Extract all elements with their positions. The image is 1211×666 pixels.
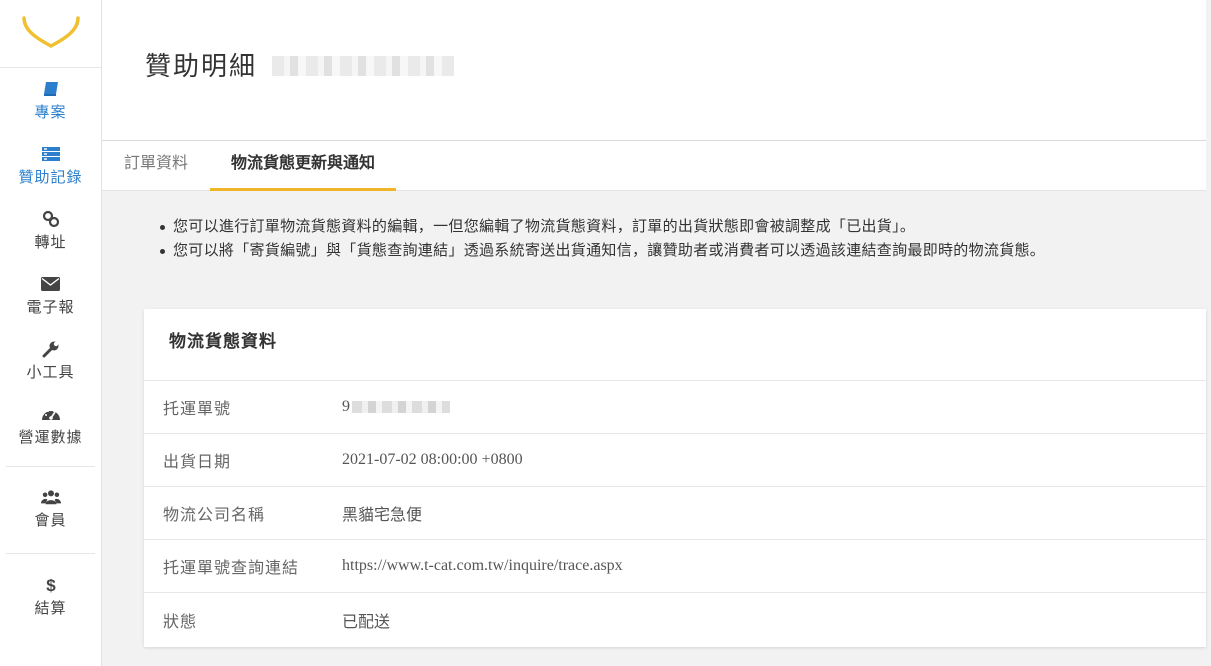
dashboard-icon	[41, 405, 61, 423]
nav-label: 小工具	[26, 363, 75, 381]
ship-date-value: 2021-07-02 08:00:00 +0800	[342, 451, 523, 468]
nav-item-projects[interactable]: 專案	[0, 68, 101, 133]
nav-label: 贊助記錄	[18, 168, 83, 186]
sidebar: 專案 贊助記錄 轉址 電子報 小工具 營運數據 會員 $ 結算	[0, 0, 102, 666]
logistics-card: 物流貨態資料 托運單號 9 出貨日期 2021-07-02 08:00:00 +…	[144, 309, 1206, 647]
page-title: 贊助明細	[145, 51, 258, 81]
nav-label: 結算	[34, 600, 67, 617]
field-label: 狀態	[163, 613, 198, 631]
wrench-icon	[41, 340, 61, 358]
nav-item-redirect[interactable]: 轉址	[0, 198, 101, 263]
nav-label: 營運數據	[18, 428, 83, 446]
nav-item-members[interactable]: 會員	[0, 467, 101, 545]
book-icon	[41, 80, 61, 98]
field-label: 托運單號查詢連結	[163, 560, 300, 577]
note-item: 您可以將「寄貨編號」與「貨態查詢連結」透過系統寄送出貨通知信，讓贊助者或消費者可…	[160, 239, 1173, 263]
field-label: 托運單號	[163, 401, 232, 418]
logo[interactable]	[0, 0, 101, 68]
table-row: 狀態 已配送	[144, 593, 1206, 646]
table-row: 物流公司名稱 黑貓宅急便	[144, 487, 1206, 540]
table-row: 托運單號 9	[144, 381, 1206, 434]
table-row: 出貨日期 2021-07-02 08:00:00 +0800	[144, 434, 1206, 487]
field-label: 出貨日期	[163, 454, 232, 471]
carrier-name-value: 黑貓宅急便	[342, 507, 423, 524]
tab-order-info[interactable]: 訂單資料	[122, 141, 190, 191]
nav-label: 會員	[34, 512, 67, 529]
users-icon	[40, 488, 61, 506]
nav-label: 轉址	[34, 233, 67, 251]
svg-text:$: $	[46, 576, 56, 594]
link-icon	[41, 210, 61, 228]
tracking-link-value[interactable]: https://www.t-cat.com.tw/inquire/trace.a…	[342, 557, 623, 575]
nav-item-tools[interactable]: 小工具	[0, 328, 101, 393]
nav-label: 專案	[34, 103, 67, 121]
field-label: 物流公司名稱	[163, 507, 266, 524]
table-row: 托運單號查詢連結 https://www.t-cat.com.tw/inquir…	[144, 540, 1206, 593]
nav-item-analytics[interactable]: 營運數據	[0, 393, 101, 458]
tracking-number-value: 9	[342, 398, 450, 416]
heart-logo-icon	[22, 16, 80, 48]
envelope-icon	[41, 275, 61, 293]
page-header: 贊助明細	[102, 0, 1206, 141]
card-title: 物流貨態資料	[144, 309, 1206, 381]
list-icon	[41, 145, 61, 163]
note-item: 您可以進行訂單物流貨態資料的編輯，一但您編輯了物流貨態資料，訂單的出貨狀態即會被…	[160, 215, 1173, 239]
redacted-tracking-number	[352, 401, 450, 414]
nav-label: 電子報	[26, 298, 75, 316]
dollar-icon: $	[41, 576, 61, 594]
status-value: 已配送	[342, 613, 391, 631]
tab-logistics-update[interactable]: 物流貨態更新與通知	[210, 141, 396, 191]
info-notes: 您可以進行訂單物流貨態資料的編輯，一但您編輯了物流貨態資料，訂單的出貨狀態即會被…	[160, 215, 1173, 263]
tab-bar: 訂單資料 物流貨態更新與通知	[102, 141, 1206, 191]
nav-item-settlement[interactable]: $ 結算	[0, 554, 101, 630]
redacted-order-id	[272, 56, 454, 76]
nav-item-newsletter[interactable]: 電子報	[0, 263, 101, 328]
nav-item-sponsor-records[interactable]: 贊助記錄	[0, 133, 101, 198]
